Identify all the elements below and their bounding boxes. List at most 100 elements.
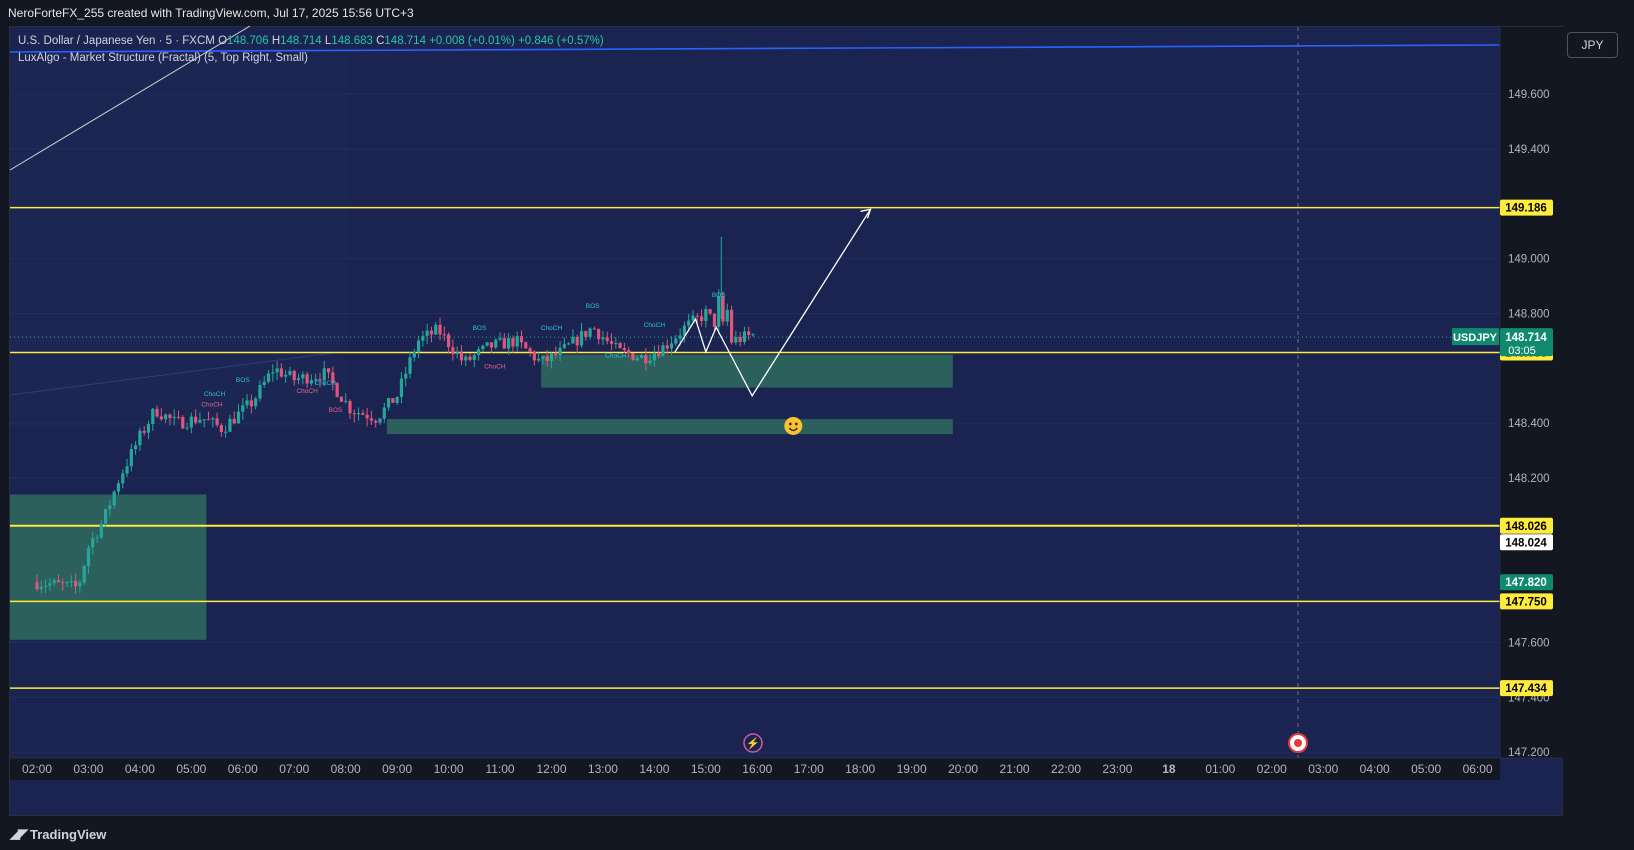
- candle: [69, 581, 73, 583]
- candle: [56, 580, 61, 583]
- time-tick: 06:00: [1463, 762, 1493, 776]
- candle: [73, 581, 78, 587]
- symbol-description[interactable]: U.S. Dollar / Japanese Yen · 5 · FXCM: [18, 35, 215, 47]
- candle: [146, 423, 151, 433]
- candle: [271, 372, 275, 374]
- candle: [751, 334, 755, 336]
- candle: [301, 374, 305, 379]
- candle: [399, 378, 404, 397]
- candle: [708, 309, 712, 314]
- currency-button[interactable]: JPY: [1567, 32, 1618, 58]
- candle: [584, 331, 588, 337]
- time-tick: 01:00: [1205, 762, 1235, 776]
- candle: [344, 400, 348, 402]
- candle: [502, 338, 506, 349]
- chart-screen: NeroForteFX_255 created with TradingView…: [0, 0, 1634, 850]
- price-chart[interactable]: ChoCHChoCHBOSChoCHChoCHBOSBOSChoCHChoCHB…: [0, 0, 1634, 850]
- candle: [91, 538, 95, 548]
- candle: [61, 582, 65, 584]
- change-value: +0.008 (+0.01%): [429, 35, 515, 47]
- candle: [652, 353, 656, 361]
- candle: [348, 400, 352, 414]
- candle: [468, 356, 472, 360]
- candle: [481, 345, 485, 350]
- candle: [494, 339, 498, 348]
- candle: [189, 416, 193, 428]
- high-value: 148.714: [280, 35, 322, 47]
- candle: [704, 309, 708, 321]
- candle: [339, 396, 344, 402]
- time-tick: 05:00: [176, 762, 206, 776]
- candle: [224, 431, 228, 433]
- candle: [515, 336, 519, 347]
- economic-event-dot: [1294, 739, 1302, 747]
- candle: [198, 419, 202, 423]
- candle: [202, 419, 206, 421]
- candle: [134, 445, 138, 450]
- candle: [138, 430, 142, 446]
- candle: [605, 337, 609, 342]
- candle: [262, 381, 266, 385]
- time-tick: 16:00: [742, 762, 772, 776]
- candle: [421, 335, 425, 341]
- structure-label: ChoCH: [484, 363, 506, 370]
- candle: [455, 352, 459, 355]
- candle: [537, 358, 541, 361]
- candle: [631, 353, 635, 361]
- candle: [305, 374, 309, 384]
- time-tick: 11:00: [485, 762, 514, 776]
- time-tick: 18:00: [845, 762, 875, 776]
- time-tick: 12:00: [536, 762, 566, 776]
- candle: [528, 348, 532, 352]
- indicator-legend[interactable]: LuxAlgo - Market Structure (Fractal) (5,…: [18, 52, 308, 64]
- candle: [554, 353, 558, 356]
- candle: [369, 418, 374, 421]
- symbol-tag: USDJPY: [1453, 332, 1498, 344]
- candle: [597, 329, 601, 340]
- structure-label: ChoCH: [204, 391, 226, 398]
- candle: [511, 338, 515, 347]
- price-tick: 148.200: [1508, 473, 1550, 485]
- candle: [391, 398, 395, 403]
- candle: [211, 418, 215, 420]
- candle: [164, 414, 168, 420]
- tradingview-logo[interactable]: ◢◤ TradingView: [10, 826, 106, 842]
- candle: [485, 342, 489, 346]
- candle: [567, 343, 571, 345]
- candle: [412, 352, 416, 358]
- candle: [725, 309, 729, 322]
- candle: [108, 505, 112, 509]
- smiley-eye: [795, 422, 798, 426]
- structure-label: ChoCH: [296, 388, 318, 395]
- time-tick: 20:00: [948, 762, 978, 776]
- candle: [322, 368, 326, 381]
- candle: [365, 414, 369, 419]
- candle: [129, 449, 133, 467]
- candle: [665, 345, 669, 349]
- candle: [489, 342, 494, 348]
- ohlc-legend: U.S. Dollar / Japanese Yen · 5 · FXCM O1…: [18, 35, 604, 47]
- candle: [232, 418, 236, 424]
- time-tick: 02:00: [1257, 762, 1287, 776]
- candle: [712, 313, 717, 327]
- candle: [284, 374, 288, 377]
- time-tick: 04:00: [1360, 762, 1390, 776]
- time-tick: 04:00: [125, 762, 155, 776]
- candle: [194, 416, 198, 423]
- price-tick: 147.600: [1508, 638, 1550, 650]
- candle: [382, 407, 386, 419]
- candle: [296, 378, 301, 381]
- candle: [472, 355, 476, 360]
- candle: [618, 343, 622, 349]
- structure-label: BOS: [236, 377, 250, 384]
- candle: [82, 566, 86, 583]
- lightning-glyph: ⚡: [746, 737, 760, 750]
- price-label: 148.026: [1505, 521, 1547, 533]
- smiley-icon: [784, 416, 803, 435]
- candle: [266, 373, 271, 382]
- price-tick: 149.600: [1508, 89, 1550, 101]
- candle: [717, 296, 721, 327]
- candle: [43, 585, 48, 587]
- candle: [434, 324, 438, 335]
- candle: [155, 408, 159, 417]
